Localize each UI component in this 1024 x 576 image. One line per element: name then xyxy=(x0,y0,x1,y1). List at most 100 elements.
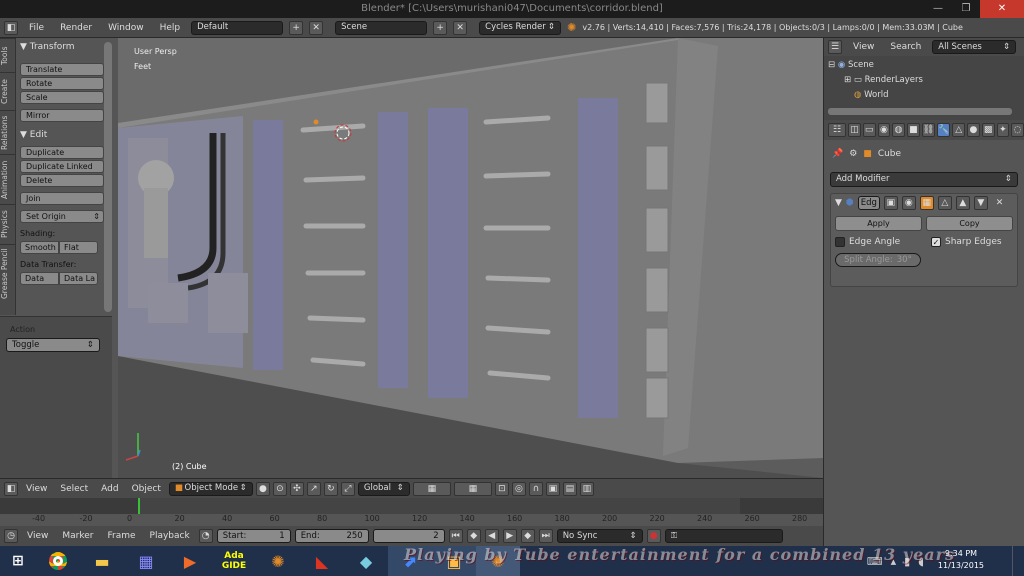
add-scene-icon[interactable]: + xyxy=(433,20,448,35)
modifiers-tab-icon[interactable]: 🔧 xyxy=(937,123,951,137)
render-engine-select[interactable]: Cycles Render ⇕ xyxy=(479,20,562,35)
transform-panel-header[interactable]: ▼ Transform xyxy=(20,40,104,54)
editor-type-icon[interactable]: ◧ xyxy=(4,481,18,496)
render-toggle-icon[interactable]: ▣ xyxy=(883,196,898,210)
menu-search[interactable]: Search xyxy=(885,42,926,52)
pivot-point-icon[interactable]: ⊙ xyxy=(272,481,287,496)
tab-physics[interactable]: Physics xyxy=(0,204,16,244)
copy-button[interactable]: Copy xyxy=(926,216,1013,231)
orientation-select[interactable]: Global ⇕ xyxy=(357,481,410,496)
flat-button[interactable]: Flat xyxy=(59,241,98,254)
show-desktop-button[interactable] xyxy=(1012,546,1024,576)
sharp-edges-checkbox[interactable]: ✓ Sharp Edges xyxy=(931,237,1013,247)
object-tab-icon[interactable]: ■ xyxy=(906,123,920,137)
keying-set-field[interactable]: ⚿ xyxy=(664,529,783,543)
blender-icon[interactable]: ✺ xyxy=(256,546,300,576)
lock-camera-icon[interactable]: ⊡ xyxy=(494,481,509,496)
menu-file[interactable]: File xyxy=(24,23,49,33)
app-icon[interactable]: ▦ xyxy=(124,546,168,576)
editor-type-icon[interactable]: ☷ xyxy=(828,123,847,137)
action-dropdown[interactable]: Toggle ⇕ xyxy=(6,338,100,352)
viewport-shading-icon[interactable]: ● xyxy=(255,481,270,496)
menu-marker[interactable]: Marker xyxy=(57,531,98,541)
pin-icon[interactable]: 📌 xyxy=(832,149,843,159)
menu-add[interactable]: Add xyxy=(96,484,123,494)
texture-tab-icon[interactable]: ▩ xyxy=(981,123,995,137)
snap-icon[interactable]: ∩ xyxy=(528,481,543,496)
move-up-icon[interactable]: ▲ xyxy=(955,196,970,210)
tab-grease-pencil[interactable]: Grease Pencil xyxy=(0,244,16,302)
smooth-button[interactable]: Smooth xyxy=(20,241,59,254)
tool-shelf-scrollbar[interactable] xyxy=(104,42,112,312)
set-origin-dropdown[interactable]: Set Origin ⇕ xyxy=(20,210,104,223)
remove-scene-icon[interactable]: ✕ xyxy=(453,20,468,35)
menu-playback[interactable]: Playback xyxy=(145,531,195,541)
opengl-render-icon[interactable]: ▥ xyxy=(579,481,594,496)
apply-button[interactable]: Apply xyxy=(835,216,922,231)
prev-keyframe-icon[interactable]: ◆ xyxy=(466,529,481,543)
menu-frame[interactable]: Frame xyxy=(102,531,140,541)
editmode-toggle-icon[interactable]: ▦ xyxy=(919,196,934,210)
media-player-icon[interactable]: ▶ xyxy=(168,546,212,576)
next-keyframe-icon[interactable]: ◆ xyxy=(520,529,535,543)
render-preview-icon[interactable]: ▤ xyxy=(562,481,577,496)
data-layout-button[interactable]: Data La xyxy=(59,272,98,285)
outliner-scrollbar[interactable] xyxy=(828,108,1012,115)
layers-icon[interactable]: ▦ xyxy=(453,481,492,496)
scene-tab-icon[interactable]: ◉ xyxy=(877,123,891,137)
play-reverse-icon[interactable]: ◀ xyxy=(484,529,499,543)
jump-end-icon[interactable]: ⏭ xyxy=(538,529,553,543)
use-preview-range-icon[interactable]: ◔ xyxy=(198,529,213,543)
play-icon[interactable]: ▶ xyxy=(502,529,517,543)
acrobat-icon[interactable]: ◣ xyxy=(300,546,344,576)
editor-type-icon[interactable]: ◷ xyxy=(4,529,18,543)
manipulator-icon[interactable]: ✣ xyxy=(289,481,304,496)
viewport-toggle-icon[interactable]: ◉ xyxy=(901,196,916,210)
maximize-button[interactable]: ❐ xyxy=(952,0,980,18)
menu-help[interactable]: Help xyxy=(155,23,186,33)
data-button[interactable]: Data xyxy=(20,272,59,285)
menu-object[interactable]: Object xyxy=(127,484,166,494)
cage-toggle-icon[interactable]: △ xyxy=(937,196,952,210)
remove-modifier-icon[interactable]: ✕ xyxy=(996,198,1004,208)
duplicate-button[interactable]: Duplicate xyxy=(20,146,104,159)
outliner-item-renderlayers[interactable]: ⊞ ▭ RenderLayers xyxy=(828,73,1024,88)
mode-select[interactable]: ■ Object Mode ⇕ xyxy=(168,481,253,496)
edge-angle-checkbox[interactable]: Edge Angle xyxy=(835,237,917,247)
menu-view[interactable]: View xyxy=(21,484,52,494)
mirror-button[interactable]: Mirror xyxy=(20,109,104,122)
world-tab-icon[interactable]: ◍ xyxy=(892,123,905,137)
constraints-tab-icon[interactable]: ⛓ xyxy=(921,123,936,137)
delete-button[interactable]: Delete xyxy=(20,174,104,187)
menu-render[interactable]: Render xyxy=(55,23,97,33)
ada-gide-icon[interactable]: Ada GIDE xyxy=(212,546,256,576)
current-frame-field[interactable]: 2 xyxy=(372,529,445,543)
3d-viewport[interactable] xyxy=(118,38,823,478)
menu-view[interactable]: View xyxy=(22,531,53,541)
collapse-icon[interactable]: ▼ xyxy=(835,198,842,208)
minimize-button[interactable]: — xyxy=(924,0,952,18)
end-frame-field[interactable]: End: 250 xyxy=(294,529,369,543)
tab-create[interactable]: Create xyxy=(0,72,16,110)
duplicate-linked-button[interactable]: Duplicate Linked xyxy=(20,160,104,173)
scale-manipulator-icon[interactable]: ⤢ xyxy=(340,481,355,496)
add-modifier-dropdown[interactable]: Add Modifier ⇕ xyxy=(830,172,1018,187)
menu-select[interactable]: Select xyxy=(55,484,93,494)
rotate-manipulator-icon[interactable]: ↻ xyxy=(323,481,338,496)
record-icon[interactable]: ● xyxy=(646,529,661,543)
modifier-name-field[interactable]: Edg xyxy=(857,196,880,210)
outliner-item-scene[interactable]: ⊟ ◉ Scene xyxy=(828,58,1024,73)
tab-tools[interactable]: Tools xyxy=(0,38,16,72)
layers-icon[interactable]: ▦ xyxy=(412,481,451,496)
translate-manipulator-icon[interactable]: ↗ xyxy=(306,481,321,496)
close-button[interactable]: ✕ xyxy=(980,0,1024,18)
material-tab-icon[interactable]: ● xyxy=(967,123,980,137)
outliner-item-world[interactable]: ◍ World xyxy=(828,88,1024,103)
translate-button[interactable]: Translate xyxy=(20,63,104,76)
edit-panel-header[interactable]: ▼ Edit xyxy=(20,128,104,142)
start-button[interactable]: ⊞ xyxy=(0,546,36,576)
physics-tab-icon[interactable]: ◌ xyxy=(1011,123,1024,137)
tab-animation[interactable]: Animation xyxy=(0,154,16,204)
split-angle-field[interactable]: Split Angle: 30° xyxy=(835,253,921,267)
rotate-button[interactable]: Rotate xyxy=(20,77,104,90)
